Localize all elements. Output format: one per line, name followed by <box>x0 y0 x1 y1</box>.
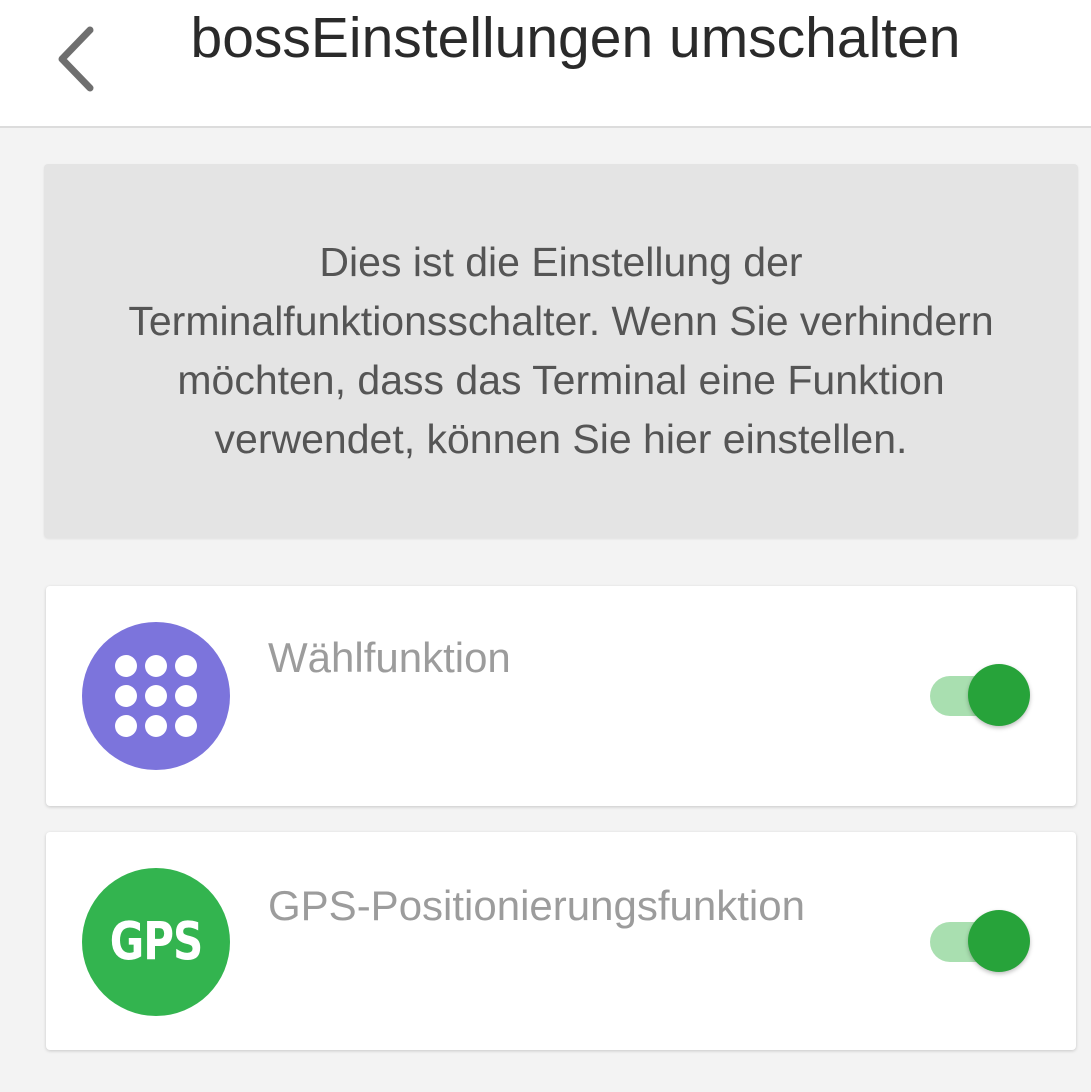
setting-label: GPS-Positionierungsfunktion <box>268 882 805 929</box>
gps-icon: GPS <box>82 868 230 1016</box>
gps-function-toggle[interactable] <box>930 910 1030 974</box>
setting-row-dial: Wählfunktion <box>46 586 1076 806</box>
setting-row-gps: GPS GPS-Positionierungsfunktion <box>46 832 1076 1050</box>
app-header: bossEinstellungen umschalten <box>0 0 1091 128</box>
chevron-left-icon <box>58 26 94 92</box>
gps-icon-text: GPS <box>109 910 204 972</box>
dial-function-toggle[interactable] <box>930 664 1030 728</box>
page-title: bossEinstellungen umschalten <box>190 6 961 70</box>
info-text: Dies ist die Einstellung der Terminalfun… <box>128 239 994 462</box>
setting-label: Wählfunktion <box>268 634 511 681</box>
toggle-thumb <box>968 664 1030 726</box>
toggle-thumb <box>968 910 1030 972</box>
back-button[interactable] <box>48 22 108 96</box>
dialpad-icon <box>82 622 230 770</box>
info-panel: Dies ist die Einstellung der Terminalfun… <box>44 164 1078 538</box>
